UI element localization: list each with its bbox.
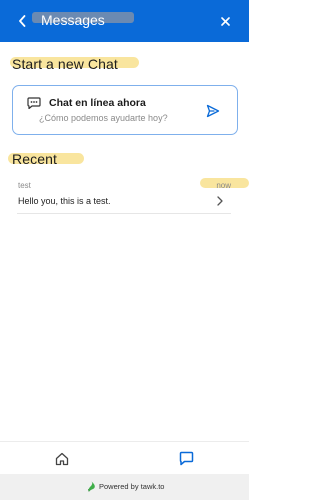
chat-card-title: Chat en línea ahora bbox=[49, 97, 146, 109]
recent-heading: Recent bbox=[12, 151, 57, 167]
home-icon[interactable] bbox=[55, 452, 69, 466]
chat-card-subtitle: ¿Cómo podemos ayudarte hoy? bbox=[39, 113, 168, 123]
chat-icon[interactable] bbox=[179, 451, 194, 466]
bottom-navigation bbox=[0, 441, 249, 474]
messages-header: Messages bbox=[0, 0, 249, 42]
start-chat-heading: Start a new Chat bbox=[12, 56, 118, 72]
close-button[interactable] bbox=[217, 13, 233, 29]
new-chat-card[interactable]: Chat en línea ahora ¿Cómo podemos ayudar… bbox=[12, 85, 238, 135]
footer: Powered by tawk.to bbox=[0, 474, 249, 500]
chevron-right-icon bbox=[217, 196, 223, 206]
conversation-message: Hello you, this is a test. bbox=[18, 196, 111, 206]
back-button[interactable] bbox=[14, 12, 30, 30]
tawk-logo-icon bbox=[88, 481, 95, 492]
chat-bubble-icon bbox=[27, 97, 41, 109]
powered-by-link[interactable]: Powered by tawk.to bbox=[87, 481, 164, 492]
close-icon bbox=[220, 16, 230, 26]
page-title: Messages bbox=[41, 12, 105, 28]
conversation-time: now bbox=[216, 181, 231, 190]
send-icon[interactable] bbox=[206, 104, 220, 118]
conversation-item[interactable]: test now Hello you, this is a test. bbox=[17, 178, 231, 214]
chevron-left-icon bbox=[19, 15, 26, 27]
powered-by-text: Powered by tawk.to bbox=[99, 482, 165, 491]
conversation-name: test bbox=[18, 181, 31, 190]
